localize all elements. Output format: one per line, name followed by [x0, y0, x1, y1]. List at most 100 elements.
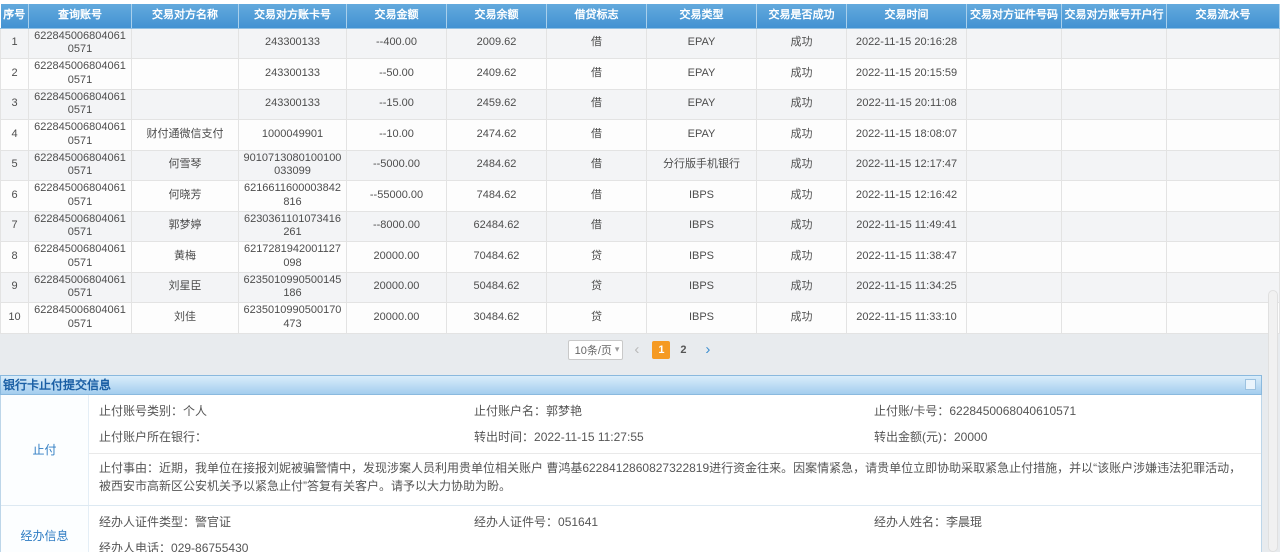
transaction-table: 序号查询账号交易对方名称交易对方账卡号交易金额交易余额借贷标志交易类型交易是否成…	[0, 4, 1280, 334]
field-operator-id-type: 经办人证件类型：警官证	[99, 509, 474, 535]
page-button[interactable]: 1	[652, 341, 670, 359]
table-cell: 243300133	[239, 89, 347, 120]
table-cell: 成功	[757, 150, 847, 181]
table-cell: 贷	[547, 242, 647, 273]
table-cell	[1167, 89, 1280, 120]
table-row: 46228450068040610571财付通微信支付1000049901--1…	[1, 120, 1280, 151]
table-cell: 6228450068040610571	[29, 272, 132, 303]
field-card-no: 止付账/卡号：6228450068040610571	[874, 398, 1261, 424]
vertical-scrollbar[interactable]	[1268, 290, 1278, 552]
table-cell: 2409.62	[447, 59, 547, 90]
table-cell: 2022-11-15 11:38:47	[847, 242, 967, 273]
column-header: 序号	[1, 4, 29, 28]
table-cell	[1062, 150, 1167, 181]
column-header: 交易类型	[647, 4, 757, 28]
table-cell: 借	[547, 211, 647, 242]
column-header: 交易时间	[847, 4, 967, 28]
table-cell	[967, 211, 1062, 242]
table-cell: EPAY	[647, 120, 757, 151]
page-button[interactable]: 2	[674, 341, 692, 359]
table-cell: 4	[1, 120, 29, 151]
table-cell: 成功	[757, 120, 847, 151]
transaction-table-header-row: 序号查询账号交易对方名称交易对方账卡号交易金额交易余额借贷标志交易类型交易是否成…	[1, 4, 1280, 28]
table-cell: 6217281942001127098	[239, 242, 347, 273]
table-cell: 分行版手机银行	[647, 150, 757, 181]
table-cell	[967, 242, 1062, 273]
table-cell: 7484.62	[447, 181, 547, 212]
table-cell: IBPS	[647, 211, 757, 242]
collapse-icon[interactable]	[1245, 379, 1256, 390]
table-cell	[1062, 211, 1167, 242]
table-cell: 20000.00	[347, 242, 447, 273]
table-cell: 243300133	[239, 28, 347, 59]
table-cell: 50484.62	[447, 272, 547, 303]
operator-group: 经办信息 经办人证件类型：警官证 经办人证件号：051641 经办人姓名：李晨琨…	[1, 506, 1261, 552]
table-cell: 何雪琴	[132, 150, 239, 181]
table-row: 16228450068040610571243300133--400.00200…	[1, 28, 1280, 59]
table-cell: 2009.62	[447, 28, 547, 59]
table-cell: 6228450068040610571	[29, 303, 132, 334]
table-cell	[967, 272, 1062, 303]
table-cell: 何晓芳	[132, 181, 239, 212]
table-cell: 成功	[757, 272, 847, 303]
stop-reason-text: 止付事由：近期，我单位在接报刘妮被骗警情中，发现涉案人员利用贵单位相关账户 曹鸿…	[89, 453, 1261, 501]
table-cell: 借	[547, 59, 647, 90]
table-cell: 70484.62	[447, 242, 547, 273]
table-cell: 成功	[757, 242, 847, 273]
table-cell	[967, 181, 1062, 212]
table-cell	[132, 28, 239, 59]
table-cell: 2022-11-15 11:33:10	[847, 303, 967, 334]
table-cell: --15.00	[347, 89, 447, 120]
table-cell: 1	[1, 28, 29, 59]
column-header: 交易对方账卡号	[239, 4, 347, 28]
table-cell	[1167, 211, 1280, 242]
table-cell: --50.00	[347, 59, 447, 90]
table-cell: 贷	[547, 303, 647, 334]
table-row: 36228450068040610571243300133--15.002459…	[1, 89, 1280, 120]
table-cell	[1062, 242, 1167, 273]
table-cell	[1167, 303, 1280, 334]
table-cell: 2022-11-15 20:11:08	[847, 89, 967, 120]
table-cell: 借	[547, 89, 647, 120]
table-cell	[1062, 272, 1167, 303]
field-account-type: 止付账号类别：个人	[99, 398, 474, 424]
column-header: 交易对方名称	[132, 4, 239, 28]
table-cell: EPAY	[647, 89, 757, 120]
field-bank: 止付账户所在银行：	[99, 424, 474, 450]
next-page-button[interactable]: ›	[703, 341, 712, 359]
table-cell	[1167, 272, 1280, 303]
table-cell: 6228450068040610571	[29, 89, 132, 120]
field-transfer-time: 转出时间：2022-11-15 11:27:55	[474, 424, 874, 450]
table-row: 106228450068040610571刘佳62350109905001704…	[1, 303, 1280, 334]
table-cell: 2022-11-15 20:16:28	[847, 28, 967, 59]
prev-page-button[interactable]: ‹	[632, 341, 641, 359]
pagination: 10条/页 ▾ ‹ 12 ›	[0, 334, 1280, 366]
table-cell: 成功	[757, 28, 847, 59]
table-cell: 2022-11-15 11:34:25	[847, 272, 967, 303]
dropdown-arrow-icon: ▾	[615, 344, 620, 355]
table-row: 96228450068040610571刘星臣62350109905001451…	[1, 272, 1280, 303]
table-cell: 成功	[757, 303, 847, 334]
table-cell: 借	[547, 120, 647, 151]
column-header: 交易对方证件号码	[967, 4, 1062, 28]
table-cell: 成功	[757, 89, 847, 120]
table-cell	[1062, 59, 1167, 90]
table-cell: --400.00	[347, 28, 447, 59]
table-cell	[1167, 150, 1280, 181]
table-cell	[1062, 303, 1167, 334]
table-cell: 贷	[547, 272, 647, 303]
page-size-select[interactable]: 10条/页 ▾	[568, 340, 624, 360]
field-amount: 转出金额(元)：20000	[874, 424, 1261, 450]
table-cell: 2	[1, 59, 29, 90]
table-cell: 2022-11-15 20:15:59	[847, 59, 967, 90]
table-cell: 2022-11-15 12:16:42	[847, 181, 967, 212]
table-cell	[967, 28, 1062, 59]
stop-payment-panel: 止付 止付账号类别：个人 止付账户名：郭梦艳 止付账/卡号：6228450068…	[0, 395, 1262, 552]
table-cell: 6235010990500170473	[239, 303, 347, 334]
table-cell: 借	[547, 150, 647, 181]
table-cell: --55000.00	[347, 181, 447, 212]
table-cell: 6216611600003842816	[239, 181, 347, 212]
table-cell: 1000049901	[239, 120, 347, 151]
table-cell: IBPS	[647, 272, 757, 303]
table-cell: 243300133	[239, 59, 347, 90]
